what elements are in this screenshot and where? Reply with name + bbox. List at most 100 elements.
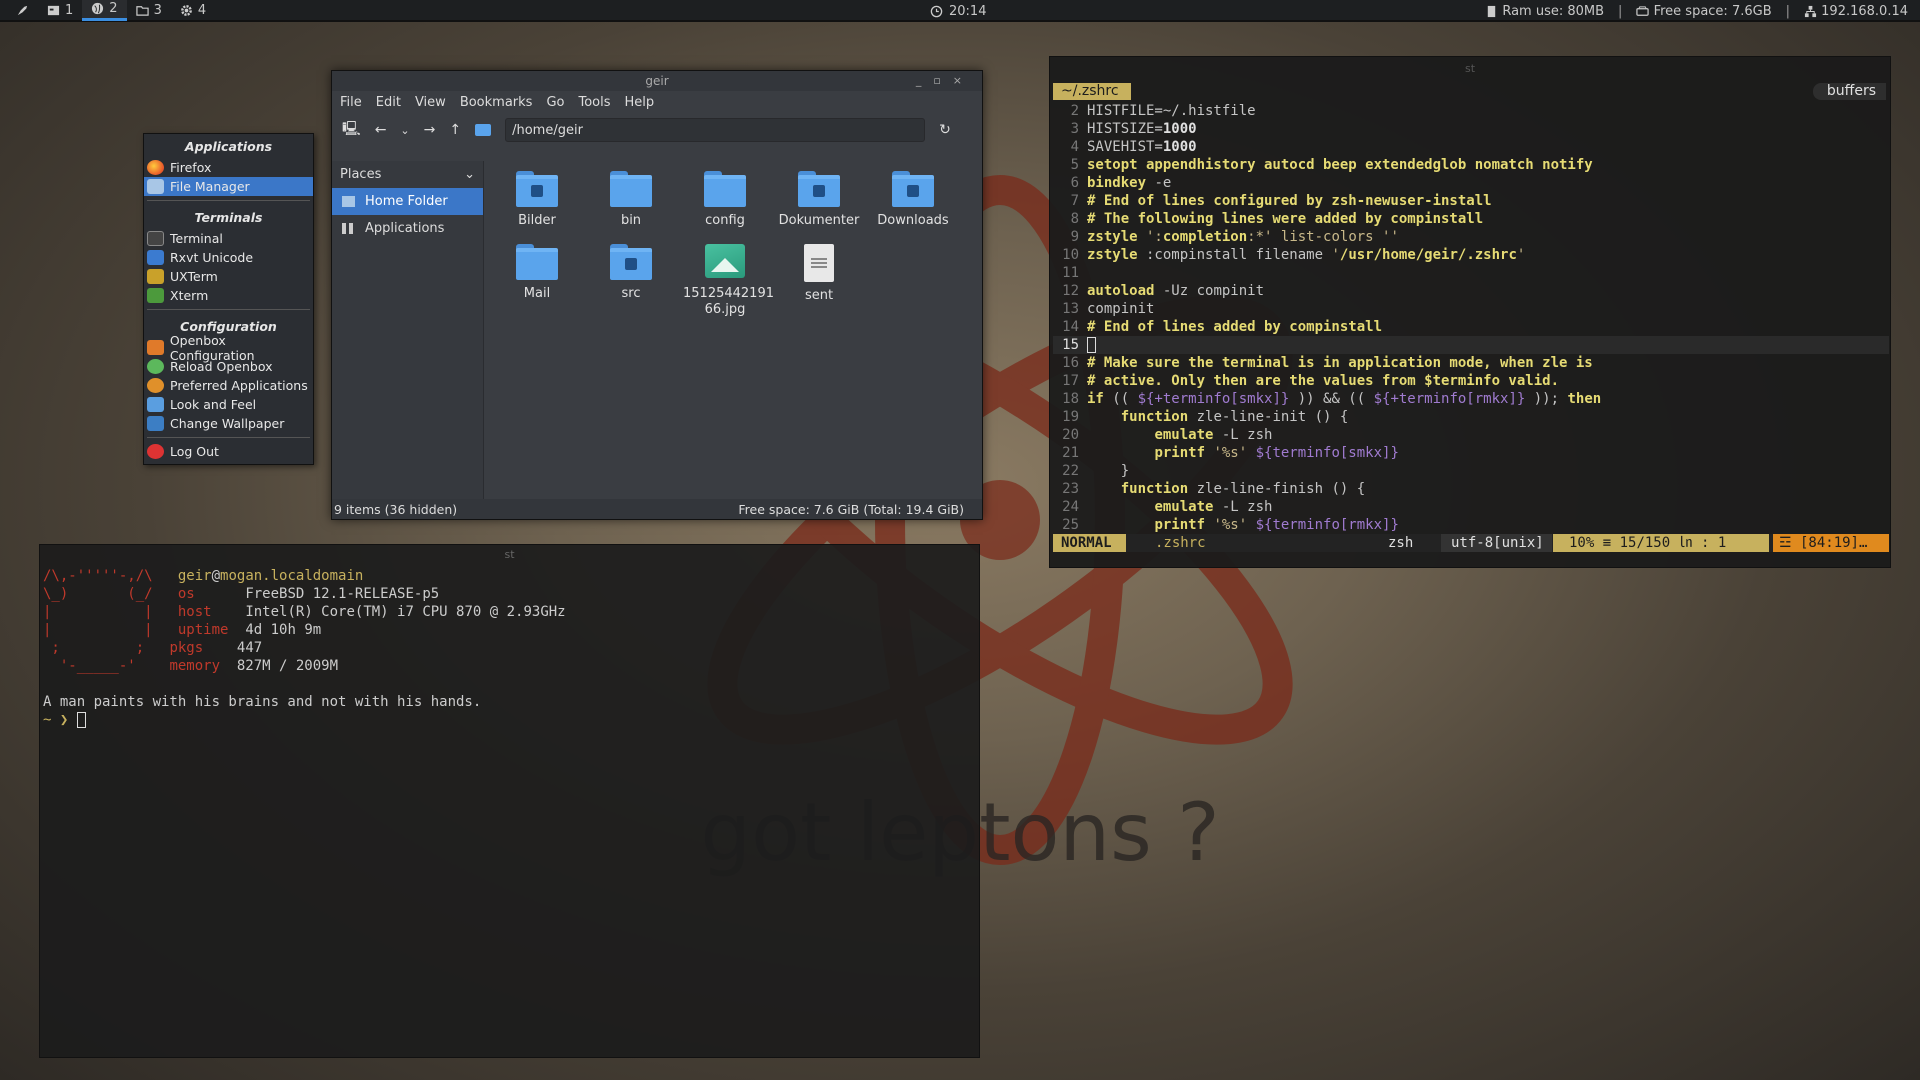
- neofetch-terminal[interactable]: st /\,-'''''-,/\ geir@mogan.localdomain …: [39, 544, 980, 1058]
- menu-edit[interactable]: Edit: [376, 95, 401, 110]
- close-icon[interactable]: ×: [953, 74, 974, 87]
- minimize-icon[interactable]: _: [916, 74, 934, 87]
- file-item-jpg[interactable]: 15125442191 66.jpg: [683, 244, 774, 318]
- vim-filename: .zshrc: [1155, 535, 1206, 551]
- terminal-titlebar[interactable]: st: [40, 545, 979, 564]
- menu-bookmarks[interactable]: Bookmarks: [460, 95, 533, 110]
- forward-icon[interactable]: →: [424, 122, 436, 138]
- file-item-downloads[interactable]: Downloads: [871, 171, 955, 229]
- network-indicator: 192.168.0.14: [1804, 4, 1908, 19]
- file-item-config[interactable]: config: [683, 171, 767, 229]
- file-label: Dokumenter: [778, 213, 860, 228]
- file-label: 15125442191 66.jpg: [683, 286, 774, 317]
- location-bar[interactable]: /home/geir: [505, 118, 926, 142]
- source-folder-icon: [610, 244, 652, 280]
- menu-item-preferred-apps[interactable]: Preferred Applications: [144, 376, 313, 395]
- computer-icon[interactable]: 🖳: [342, 118, 361, 142]
- workspace-1[interactable]: 1: [38, 0, 82, 21]
- workspace-3[interactable]: 3: [127, 0, 171, 21]
- globe-icon: [92, 2, 104, 15]
- code-line: 12 autoload -Uz compinit: [1062, 283, 1265, 299]
- menu-item-uxterm[interactable]: UXTerm: [144, 267, 313, 286]
- folder-icon: [610, 171, 652, 207]
- code-line: 16 # Make sure the terminal is in applica…: [1062, 355, 1593, 371]
- vim-buffers-label: buffers: [1812, 83, 1886, 100]
- vim-statusline: NORMAL .zshrc zsh utf-8[unix] 10% ≡ 15/1…: [1053, 534, 1889, 552]
- menu-item-file-manager[interactable]: File Manager: [144, 177, 313, 196]
- maximize-icon[interactable]: ▫: [933, 74, 952, 87]
- file-label: bin: [620, 213, 642, 228]
- file-label: src: [621, 286, 641, 301]
- menu-item-firefox[interactable]: Firefox: [144, 158, 313, 177]
- file-item-dokumenter[interactable]: Dokumenter: [777, 171, 861, 229]
- menu-file[interactable]: File: [340, 95, 362, 110]
- menu-item-label: Rxvt Unicode: [170, 250, 254, 265]
- menu-item-rxvt[interactable]: Rxvt Unicode: [144, 248, 313, 267]
- code-line: 9 zstyle ':completion:*' list-colors '': [1070, 229, 1399, 245]
- menu-item-label: Terminal: [170, 231, 223, 246]
- menu-item-look-and-feel[interactable]: Look and Feel: [144, 395, 313, 414]
- file-item-src[interactable]: src: [589, 244, 673, 302]
- code-line: 7 # End of lines configured by zsh-newuse…: [1070, 193, 1492, 209]
- code-line: 13 compinit: [1062, 301, 1155, 317]
- code-line: 18 if (( ${+terminfo[smkx]} )) && (( ${+t…: [1062, 391, 1602, 407]
- vim-terminal[interactable]: st ~/.zshrc buffers 2 HISTFILE=~/.histfil…: [1049, 56, 1891, 568]
- top-panel: 1 2 3 4 20:14 Ram use: 80MB | Free space…: [0, 0, 1920, 22]
- menu-item-label: Look and Feel: [170, 397, 257, 412]
- places-header[interactable]: Places ⌄: [332, 161, 483, 188]
- menu-tools[interactable]: Tools: [578, 95, 610, 110]
- memory-icon: [1487, 5, 1496, 17]
- menu-header-terminals: Terminals: [194, 210, 263, 225]
- vim-mode: NORMAL: [1053, 534, 1126, 552]
- menu-item-terminal[interactable]: Terminal: [144, 229, 313, 248]
- back-icon[interactable]: ←: [375, 122, 387, 138]
- menu-item-change-wallpaper[interactable]: Change Wallpaper: [144, 414, 313, 433]
- grid-icon: [342, 223, 353, 234]
- power-icon: [147, 444, 164, 459]
- up-icon[interactable]: ↑: [449, 122, 461, 138]
- menu-item-xterm[interactable]: Xterm: [144, 286, 313, 305]
- vim-warning: ☲ [84:19]…: [1773, 534, 1889, 552]
- vim-tab[interactable]: ~/.zshrc: [1053, 83, 1131, 100]
- disk-indicator: Free space: 7.6GB: [1636, 4, 1772, 19]
- ip-text: 192.168.0.14: [1821, 3, 1908, 19]
- menu-item-label: Log Out: [170, 444, 219, 459]
- separator: |: [1785, 3, 1791, 19]
- menu-item-label: Xterm: [170, 288, 209, 303]
- pictures-folder-icon: [516, 171, 558, 207]
- separator: |: [1618, 3, 1623, 19]
- menu-item-label: File Manager: [170, 179, 250, 194]
- code-line: 3 HISTSIZE=1000: [1070, 121, 1197, 137]
- terminal-titlebar[interactable]: st: [1050, 57, 1890, 81]
- code-line: 2 HISTFILE=~/.histfile: [1070, 103, 1256, 119]
- workspace-2[interactable]: 2: [82, 0, 127, 21]
- menu-item-label: Preferred Applications: [170, 378, 308, 393]
- code-line: 24 emulate -L zsh: [1062, 499, 1273, 515]
- ascii-line: \_) (_/: [43, 586, 153, 602]
- place-applications[interactable]: Applications: [332, 215, 483, 242]
- file-item-bin[interactable]: bin: [589, 171, 673, 229]
- menu-help[interactable]: Help: [625, 95, 655, 110]
- refresh-icon[interactable]: ↻: [939, 122, 951, 138]
- window-titlebar[interactable]: geir _▫×: [332, 71, 982, 91]
- workspace-4[interactable]: 4: [171, 0, 215, 21]
- info-label: memory: [169, 658, 221, 674]
- menu-view[interactable]: View: [415, 95, 446, 110]
- menu-bar: File Edit View Bookmarks Go Tools Help: [332, 91, 982, 113]
- launcher-icon[interactable]: [0, 0, 38, 21]
- file-item-mail[interactable]: Mail: [495, 244, 579, 302]
- host-name: mogan.localdomain: [220, 568, 364, 584]
- vim-editor[interactable]: 2 HISTFILE=~/.histfile 3 HISTSIZE=1000 4 SAVE…: [1053, 102, 1889, 534]
- history-dropdown-icon[interactable]: ⌄: [400, 124, 409, 137]
- code-line: 6 bindkey -e: [1070, 175, 1172, 191]
- menu-item-openbox-config[interactable]: Openbox Configuration: [144, 333, 313, 363]
- menu-go[interactable]: Go: [546, 95, 564, 110]
- menu-item-log-out[interactable]: Log Out: [144, 442, 313, 461]
- ascii-line: /\,-'''''-,/\: [43, 568, 153, 584]
- place-home-folder[interactable]: Home Folder: [332, 188, 483, 215]
- file-item-bilder[interactable]: Bilder: [495, 171, 579, 229]
- fortune-quote: A man paints with his brains and not wit…: [43, 694, 482, 710]
- code-line: 19 function zle-line-init () {: [1062, 409, 1349, 425]
- file-item-sent[interactable]: sent: [777, 244, 861, 304]
- monitor-icon: [147, 397, 164, 412]
